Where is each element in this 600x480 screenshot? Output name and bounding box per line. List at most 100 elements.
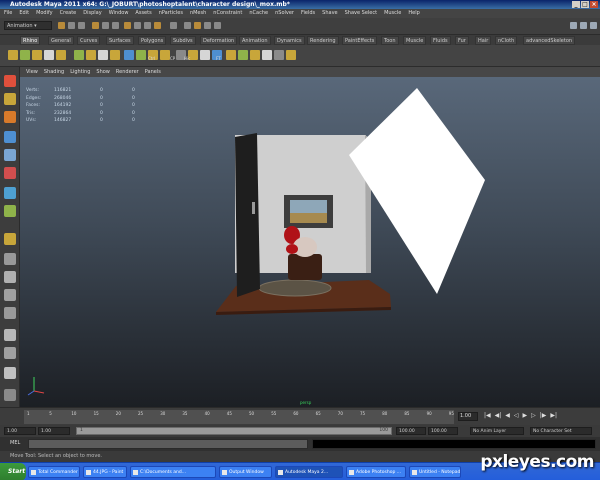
soft-mod-icon[interactable] — [4, 233, 16, 245]
shelf-tool-icon[interactable] — [200, 50, 210, 60]
shelf-tool-icon[interactable] — [286, 50, 296, 60]
menu-nmesh[interactable]: nMesh — [190, 9, 206, 18]
start-button[interactable]: Start — [0, 463, 26, 480]
shelf-tool-icon[interactable] — [136, 50, 146, 60]
menu-display[interactable]: Display — [83, 9, 101, 18]
shelf-tab-rendering[interactable]: Rendering — [307, 36, 339, 45]
graph-layout-icon[interactable] — [4, 329, 16, 341]
shelf-tab-curves[interactable]: Curves — [77, 36, 101, 45]
move-tool-icon[interactable] — [4, 131, 16, 143]
channel-box-icon[interactable] — [590, 22, 597, 29]
panel-menu-view[interactable]: View — [26, 67, 38, 77]
snapshot-icon[interactable] — [4, 389, 16, 401]
current-time-field[interactable]: 1.00 — [458, 412, 478, 421]
new-scene-icon[interactable] — [58, 22, 65, 29]
hypershade-layout-icon[interactable] — [4, 307, 16, 319]
go-to-end-icon[interactable]: ▶| — [550, 411, 557, 421]
range-bar[interactable]: 1 100 — [76, 427, 392, 435]
hypershade-icon[interactable] — [214, 22, 221, 29]
taskbar-item[interactable]: Untitled - Notepad — [409, 466, 461, 478]
menu-nconstraint[interactable]: nConstraint — [213, 9, 242, 18]
start-time-field[interactable]: 1.00 — [4, 427, 36, 435]
menu-edit[interactable]: Edit — [19, 9, 29, 18]
manipulator-icon[interactable] — [4, 187, 16, 199]
shelf-tab-dynamics[interactable]: Dynamics — [274, 36, 305, 45]
scale-tool-icon[interactable] — [4, 167, 16, 179]
shelf-tab-surfaces[interactable]: Surfaces — [106, 36, 134, 45]
snap-plane-icon[interactable] — [154, 22, 161, 29]
shelf-tool-icon[interactable] — [86, 50, 96, 60]
panel-menu-show[interactable]: Show — [96, 67, 110, 77]
go-to-start-icon[interactable]: |◀ — [484, 411, 491, 421]
shelf-tool-icon[interactable] — [124, 50, 134, 60]
taskbar-item[interactable]: Total Commander ... — [28, 466, 80, 478]
shelf-tab-ncloth[interactable]: nCloth — [495, 36, 518, 45]
shelf-tab-rhino[interactable]: Rhino — [20, 36, 41, 45]
shelf-tool-icon[interactable] — [238, 50, 248, 60]
maximize-button[interactable]: □ — [581, 1, 589, 8]
four-layout-icon[interactable] — [4, 271, 16, 283]
menu-help[interactable]: Help — [408, 9, 419, 18]
time-ruler[interactable]: 1 5 10 15 20 25 30 35 40 45 50 55 60 65 70 75 80 85 90 95 — [24, 410, 454, 424]
shelf-tool-icon[interactable] — [160, 50, 170, 60]
step-forward-frame-icon[interactable]: ▷ — [531, 411, 536, 421]
play-back-icon[interactable]: ◁ — [514, 411, 519, 421]
snap-grid-icon[interactable] — [124, 22, 131, 29]
perspective-viewport[interactable]: Verts: 116821 0 0 Edges: 268046 0 0 Faces: 164192… — [20, 77, 600, 407]
shelf-tool-icon[interactable] — [110, 50, 120, 60]
shelf-tool-icon[interactable] — [98, 50, 108, 60]
menu-fields[interactable]: Fields — [301, 9, 315, 18]
mel-label[interactable]: MEL — [10, 440, 20, 446]
lasso-tool-icon[interactable] — [4, 93, 16, 105]
select-hierarchy-icon[interactable] — [92, 22, 99, 29]
shelf-tab-fluids[interactable]: Fluids — [430, 36, 451, 45]
shelf-tool-icon[interactable] — [262, 50, 272, 60]
last-tool-icon[interactable] — [4, 205, 16, 217]
menu-muscle[interactable]: Muscle — [384, 9, 401, 18]
select-object-icon[interactable] — [102, 22, 109, 29]
single-layout-icon[interactable] — [4, 253, 16, 265]
render-settings-icon[interactable] — [204, 22, 211, 29]
taskbar-item[interactable]: Autodesk Maya 2... — [275, 466, 343, 478]
shelf-tool-icon[interactable] — [56, 50, 66, 60]
ipr-render-icon[interactable] — [194, 22, 201, 29]
shelf-tool-icon[interactable] — [74, 50, 84, 60]
sidebar-toggle-icon[interactable] — [570, 22, 577, 29]
shelf-tab-subdivs[interactable]: Subdivs — [170, 36, 196, 45]
minimize-button[interactable]: _ — [572, 1, 580, 8]
menu-set-selector[interactable]: Animation ▾ — [4, 21, 52, 30]
shelf-tab-animation[interactable]: Animation — [239, 36, 271, 45]
end-time-field[interactable]: 100.00 — [428, 427, 458, 435]
menu-ncache[interactable]: nCache — [249, 9, 268, 18]
menu-shave-select[interactable]: Shave Select — [345, 9, 377, 18]
select-tool-icon[interactable] — [4, 75, 16, 87]
open-scene-icon[interactable] — [68, 22, 75, 29]
snap-point-icon[interactable] — [144, 22, 151, 29]
playback-end-field[interactable]: 100.00 — [396, 427, 426, 435]
mel-input[interactable] — [28, 439, 308, 449]
taskbar-item[interactable]: Adobe Photoshop ... — [346, 466, 406, 478]
close-button[interactable]: × — [590, 1, 598, 8]
shelf-tool-icon[interactable] — [274, 50, 284, 60]
shelf-tab-toon[interactable]: Toon — [381, 36, 399, 45]
history-icon[interactable] — [170, 22, 177, 29]
step-back-key-icon[interactable]: ◀| — [495, 411, 502, 421]
menu-window[interactable]: Window — [109, 9, 129, 18]
taskbar-item[interactable]: 44.JPG - Paint — [83, 466, 127, 478]
menu-create[interactable]: Create — [60, 9, 77, 18]
paint-select-icon[interactable] — [4, 111, 16, 123]
shelf-tab-deformation[interactable]: Deformation — [200, 36, 238, 45]
shelf-tab-advancedskeleton[interactable]: advancedSkeleton — [523, 36, 576, 45]
taskbar-item[interactable]: Output Window — [219, 466, 272, 478]
menu-shave[interactable]: Shave — [322, 9, 337, 18]
panel-menu-lighting[interactable]: Lighting — [70, 67, 90, 77]
snap-curve-icon[interactable] — [134, 22, 141, 29]
attribute-editor-icon[interactable] — [580, 22, 587, 29]
menu-modify[interactable]: Modify — [36, 9, 53, 18]
panel-menu-shading[interactable]: Shading — [44, 67, 64, 77]
menu-nparticles[interactable]: nParticles — [159, 9, 183, 18]
menu-file[interactable]: File — [4, 9, 12, 18]
playback-start-field[interactable]: 1.00 — [38, 427, 70, 435]
panel-menu-panels[interactable]: Panels — [145, 67, 161, 77]
shelf-tool-icon[interactable] — [8, 50, 18, 60]
